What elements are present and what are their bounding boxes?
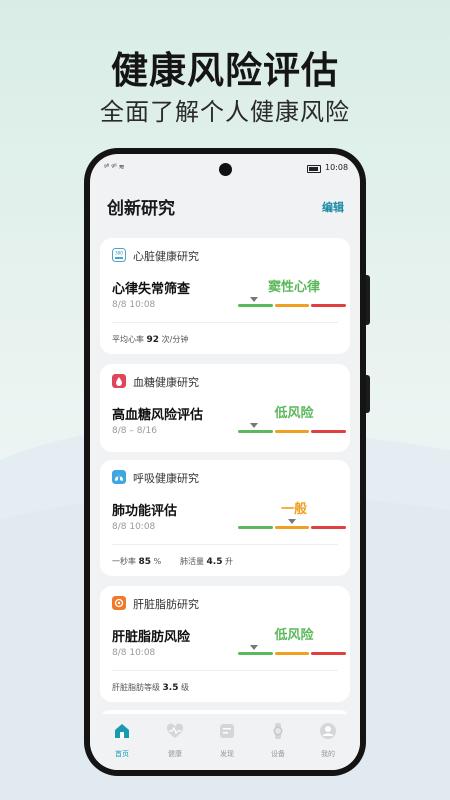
watch-icon	[273, 723, 283, 739]
status-bar: ᵍˡˡ ᵍˡˡ ≋ 10:08	[90, 154, 360, 178]
card-title: 呼吸健康研究	[133, 472, 199, 485]
tab-me[interactable]: 我的	[308, 722, 348, 759]
phone-volume-button	[366, 375, 370, 413]
risk-pointer	[250, 645, 259, 650]
tab-home[interactable]: 首页	[102, 722, 142, 759]
tab-label: 健康	[168, 750, 182, 758]
tab-discover[interactable]: 发现	[207, 722, 247, 759]
study-card-blood-sugar[interactable]: 血糖健康研究 高血糖风险评估 8/8 – 8/16 低风险	[100, 364, 350, 452]
headline-subtitle: 全面了解个人健康风险	[100, 98, 350, 126]
result-label: 窦性心律	[267, 280, 320, 295]
risk-segment-low	[238, 652, 273, 655]
front-camera	[219, 163, 232, 176]
risk-segment-mid	[275, 430, 309, 433]
card-title: 心脏健康研究	[133, 250, 199, 263]
tab-health[interactable]: 健康	[155, 722, 195, 759]
phone-power-button	[366, 275, 370, 325]
liver-icon	[112, 596, 126, 610]
risk-bar	[238, 423, 346, 434]
test-name: 高血糖风险评估	[112, 408, 204, 423]
card-divider	[112, 544, 338, 545]
test-name: 肝脏脂肪风险	[112, 630, 191, 645]
risk-pointer	[250, 423, 259, 428]
risk-segment-mid	[275, 652, 309, 655]
battery-icon	[307, 165, 321, 173]
result-label: 低风险	[274, 406, 314, 421]
risk-segment-low	[238, 526, 273, 529]
risk-segment-high	[311, 652, 346, 655]
study-card-liver[interactable]: 肝脏脂肪研究 肝脏脂肪风险 8/8 10:08 低风险 肝脏脂肪等级 3.5 级	[100, 586, 350, 702]
tab-device[interactable]: 设备	[258, 722, 298, 759]
metric-heart-rate: 平均心率 92 次/分钟	[112, 335, 189, 345]
bottom-tab-bar: 首页 健康 发现 设备 我的	[90, 714, 360, 770]
risk-pointer	[250, 297, 259, 302]
result-label: 一般	[280, 502, 307, 517]
page-title: 创新研究	[107, 199, 175, 219]
edit-button[interactable]: 编辑	[322, 199, 344, 215]
metric-liver-fat-grade: 肝脏脂肪等级 3.5 级	[112, 683, 190, 693]
test-name: 肺功能评估	[112, 504, 178, 519]
svg-text:300: 300	[115, 251, 123, 256]
card-title: 血糖健康研究	[133, 376, 199, 389]
status-time: 10:08	[325, 163, 349, 172]
result-label: 低风险	[274, 628, 314, 643]
study-card-heart[interactable]: 300 心脏健康研究 心律失常筛查 8/8 10:08 窦性心律 平均心率 92…	[100, 238, 350, 354]
risk-pointer	[288, 519, 296, 524]
test-date: 8/8 – 8/16	[112, 426, 157, 436]
card-divider	[112, 322, 338, 323]
test-date: 8/8 10:08	[112, 300, 156, 310]
test-name: 心律失常筛查	[112, 282, 191, 297]
test-date: 8/8 10:08	[112, 648, 156, 658]
lungs-icon	[112, 470, 126, 484]
risk-segment-high	[311, 304, 346, 307]
tab-label: 设备	[271, 750, 285, 758]
risk-segment-high	[311, 430, 346, 433]
phone-screen: ᵍˡˡ ᵍˡˡ ≋ 10:08 创新研究 编辑 300 心脏健康研究 心律失常筛…	[90, 154, 360, 770]
risk-segment-high	[311, 526, 346, 529]
risk-segment-mid	[275, 526, 309, 529]
heart-pulse-icon	[166, 723, 184, 738]
risk-segment-mid	[275, 304, 309, 307]
risk-segment-low	[238, 304, 273, 307]
home-icon	[115, 724, 129, 738]
tab-label: 首页	[115, 750, 129, 758]
risk-bar	[238, 645, 346, 656]
discover-icon	[220, 724, 234, 738]
signal-wifi-icon: ᵍˡˡ ᵍˡˡ ≋	[104, 163, 125, 171]
card-title: 肝脏脂肪研究	[133, 598, 199, 611]
user-icon	[320, 723, 336, 739]
card-divider	[112, 670, 338, 671]
risk-segment-low	[238, 430, 273, 433]
headline-title: 健康风险评估	[111, 49, 339, 92]
tab-label: 我的	[321, 750, 335, 758]
metric-fev1-ratio: 一秒率 85 %	[112, 557, 162, 567]
study-card-respiratory[interactable]: 呼吸健康研究 肺功能评估 8/8 10:08 一般 一秒率 85 % 肺活量 4…	[100, 460, 350, 576]
heart-study-icon: 300	[112, 248, 126, 262]
risk-bar	[238, 297, 346, 308]
phone-frame: ᵍˡˡ ᵍˡˡ ≋ 10:08 创新研究 编辑 300 心脏健康研究 心律失常筛…	[84, 148, 366, 776]
metric-vital-capacity: 肺活量 4.5 升	[180, 557, 234, 567]
test-date: 8/8 10:08	[112, 522, 156, 532]
blood-sugar-icon	[112, 374, 126, 388]
tab-label: 发现	[220, 750, 234, 758]
risk-bar	[238, 519, 346, 530]
